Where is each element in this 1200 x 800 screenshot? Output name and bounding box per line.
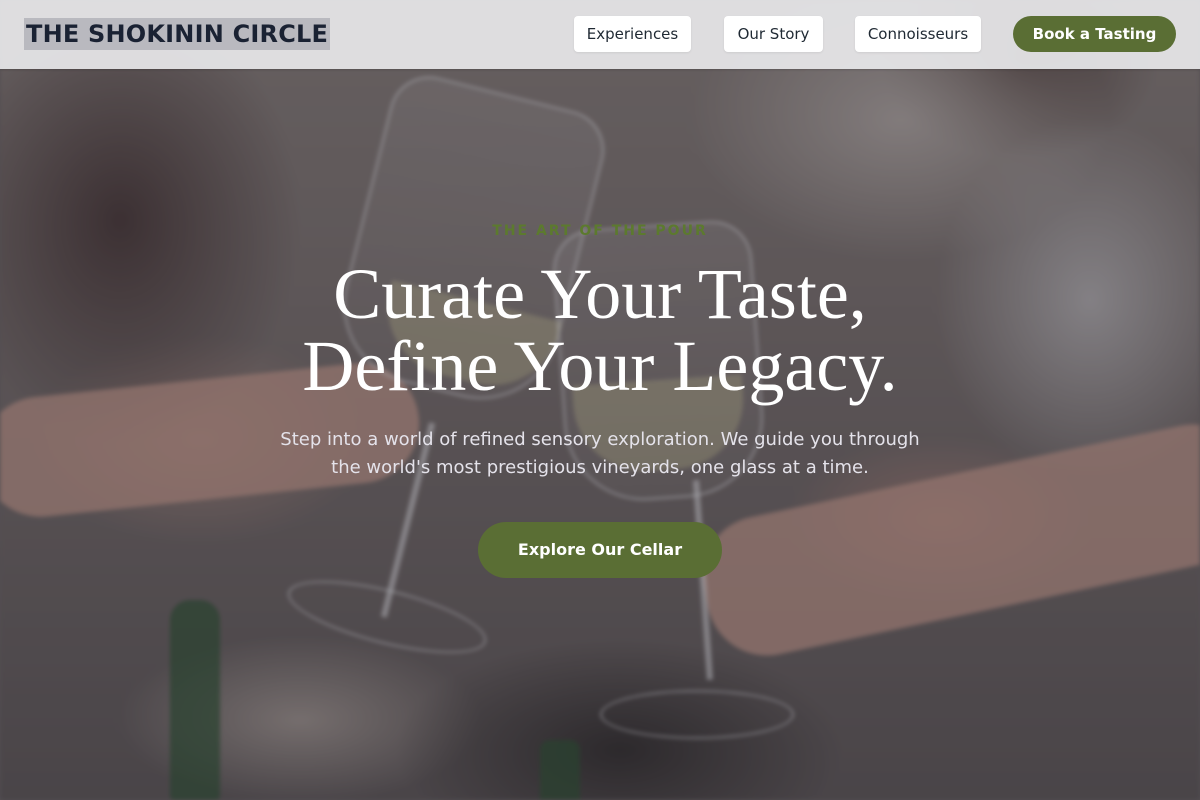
hero-eyebrow: THE ART OF THE POUR bbox=[492, 223, 708, 239]
hero-headline: Curate Your Taste, Define Your Legacy. bbox=[0, 258, 1200, 402]
hero-headline-line-1: Curate Your Taste, bbox=[333, 254, 867, 334]
hero-subtitle: Step into a world of refined sensory exp… bbox=[280, 429, 920, 478]
site-logo[interactable]: THE SHOKININ CIRCLE bbox=[24, 18, 331, 50]
explore-cellar-button[interactable]: Explore Our Cellar bbox=[478, 522, 722, 578]
nav-our-story[interactable]: Our Story bbox=[724, 16, 823, 52]
book-tasting-button[interactable]: Book a Tasting bbox=[1013, 16, 1176, 52]
hero-headline-line-2: Define Your Legacy. bbox=[302, 326, 898, 406]
hero-section: THE ART OF THE POUR Curate Your Taste, D… bbox=[0, 0, 1200, 800]
nav-connoisseurs[interactable]: Connoisseurs bbox=[855, 16, 981, 52]
nav-experiences[interactable]: Experiences bbox=[574, 16, 691, 52]
site-header: THE SHOKININ CIRCLE Experiences Our Stor… bbox=[0, 0, 1200, 69]
